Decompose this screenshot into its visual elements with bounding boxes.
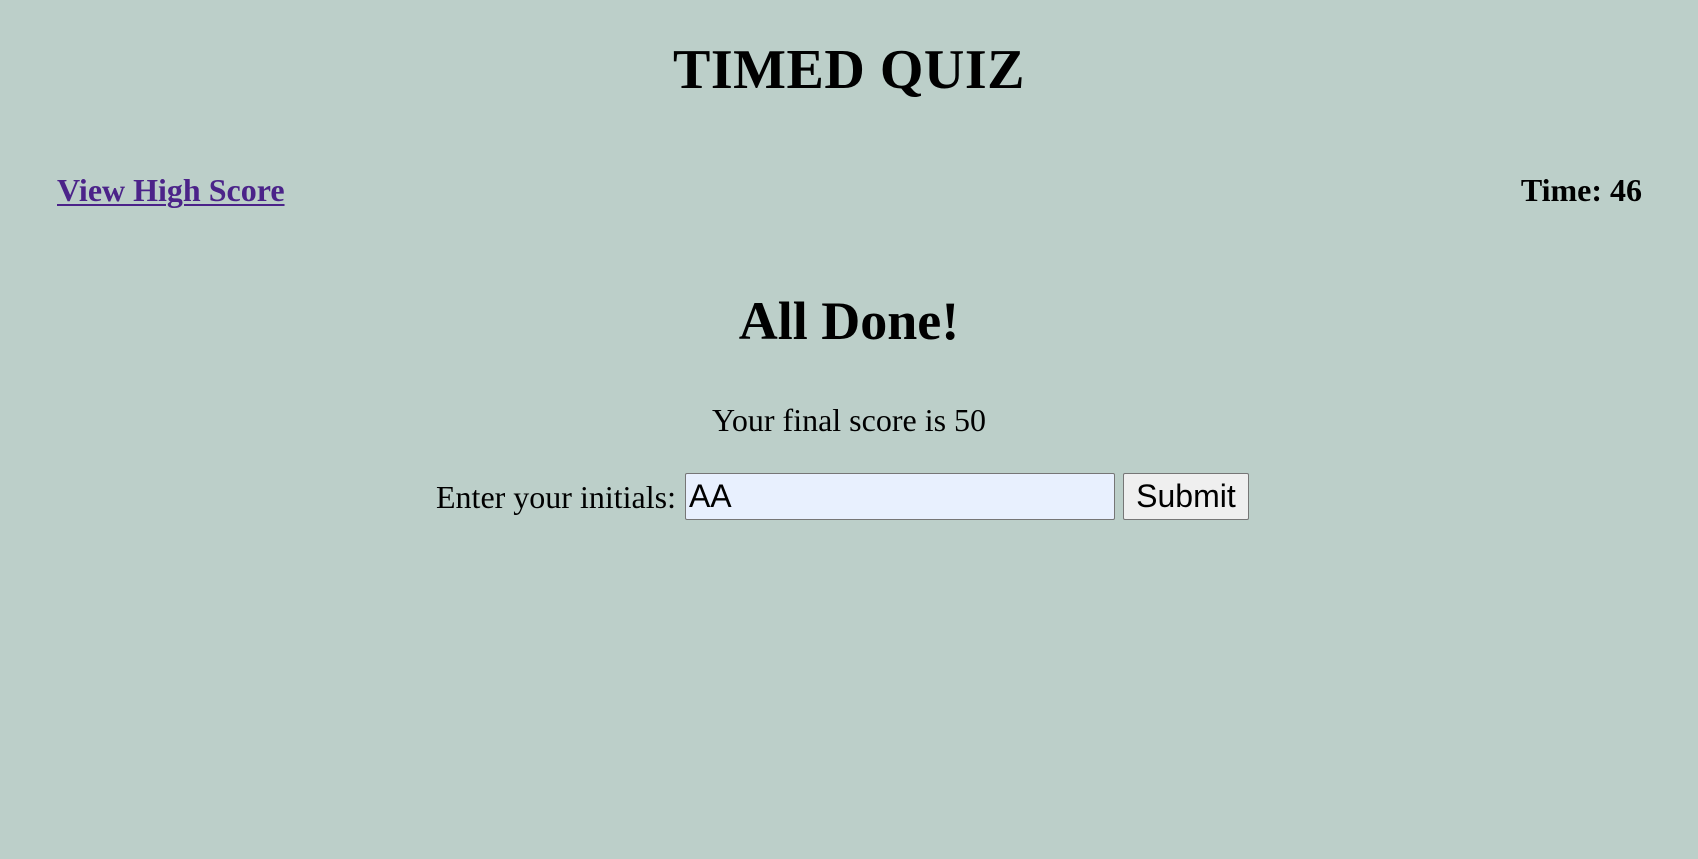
page-title: TIMED QUIZ [673, 39, 1025, 101]
initials-label: Enter your initials: [436, 478, 676, 515]
initials-form: Enter your initials: Submit [436, 473, 1249, 520]
view-high-score-link[interactable]: View High Score [57, 170, 285, 210]
final-score-label: Your final score is [711, 402, 947, 438]
initials-input[interactable] [684, 473, 1115, 520]
all-done-heading: All Done! [738, 291, 960, 351]
final-score-value: 50 [954, 402, 987, 438]
timer-value: 46 [1610, 172, 1642, 208]
timer: Time: 46 [1521, 170, 1642, 210]
submit-button[interactable]: Submit [1122, 473, 1249, 520]
final-score-text: Your final score is 50 [0, 400, 1698, 440]
timer-label: Time: [1520, 172, 1602, 208]
